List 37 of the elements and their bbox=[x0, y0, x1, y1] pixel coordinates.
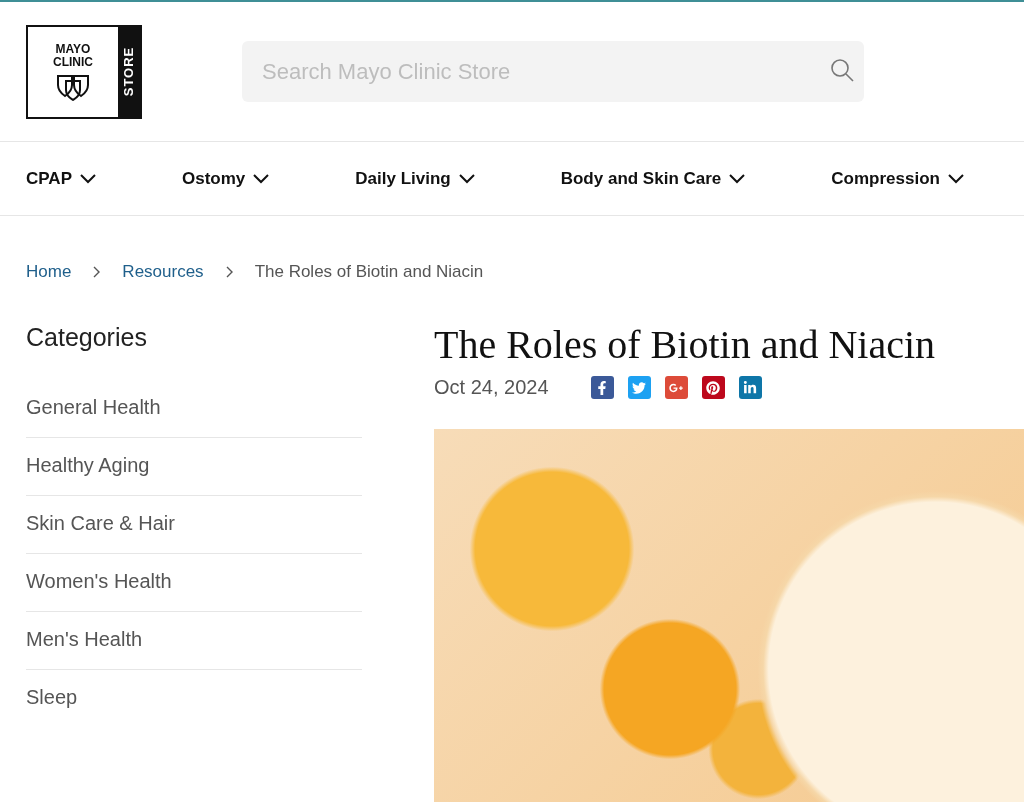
category-link[interactable]: Men's Health bbox=[26, 612, 362, 670]
search-icon[interactable] bbox=[830, 58, 856, 84]
category-link[interactable]: Skin Care & Hair bbox=[26, 496, 362, 554]
category-link[interactable]: Sleep bbox=[26, 670, 362, 727]
share-button[interactable] bbox=[664, 376, 688, 399]
nav-menu-item[interactable]: Compression bbox=[831, 168, 964, 189]
logo-badge-text: STORE bbox=[121, 46, 137, 97]
category-link[interactable]: Healthy Aging bbox=[26, 438, 362, 496]
chevron-down-icon bbox=[80, 173, 96, 184]
logo-text: MAYO CLINIC bbox=[52, 42, 94, 69]
share-button[interactable] bbox=[738, 376, 762, 399]
share-button[interactable] bbox=[590, 376, 614, 399]
breadcrumb-current-page: The Roles of Biotin and Niacin bbox=[254, 262, 484, 282]
share-button[interactable] bbox=[701, 376, 725, 399]
nav-menu-item[interactable]: CPAP bbox=[26, 168, 96, 189]
chevron-down-icon bbox=[947, 173, 964, 184]
article-date: Oct 24, 2024 bbox=[434, 376, 549, 399]
chevron-down-icon bbox=[458, 173, 475, 184]
chevron-right-icon bbox=[93, 266, 101, 278]
bird-icon bbox=[632, 380, 647, 395]
categories-heading: Categories bbox=[26, 323, 148, 352]
nav-menu-item[interactable]: Body and Skin Care bbox=[560, 168, 746, 189]
chevron-right-icon bbox=[225, 266, 233, 278]
nav-menu-item[interactable]: Daily Living bbox=[355, 168, 475, 189]
pinterest-icon bbox=[706, 380, 721, 395]
article-title: The Roles of Biotin and Niacin bbox=[434, 321, 936, 368]
shield-icon bbox=[56, 72, 90, 101]
nav-menu-item[interactable]: Ostomy bbox=[182, 168, 270, 189]
category-link[interactable]: General Health bbox=[26, 380, 362, 438]
chevron-down-icon bbox=[253, 173, 270, 184]
store-logo[interactable]: MAYO CLINIC STORE bbox=[26, 24, 142, 119]
breadcrumb-link[interactable]: Home bbox=[26, 262, 72, 282]
share-button[interactable] bbox=[627, 376, 651, 399]
linkedin-icon bbox=[743, 380, 758, 395]
category-link[interactable]: Women's Health bbox=[26, 554, 362, 612]
breadcrumb-link[interactable]: Resources bbox=[122, 262, 204, 282]
chevron-down-icon bbox=[729, 173, 746, 184]
